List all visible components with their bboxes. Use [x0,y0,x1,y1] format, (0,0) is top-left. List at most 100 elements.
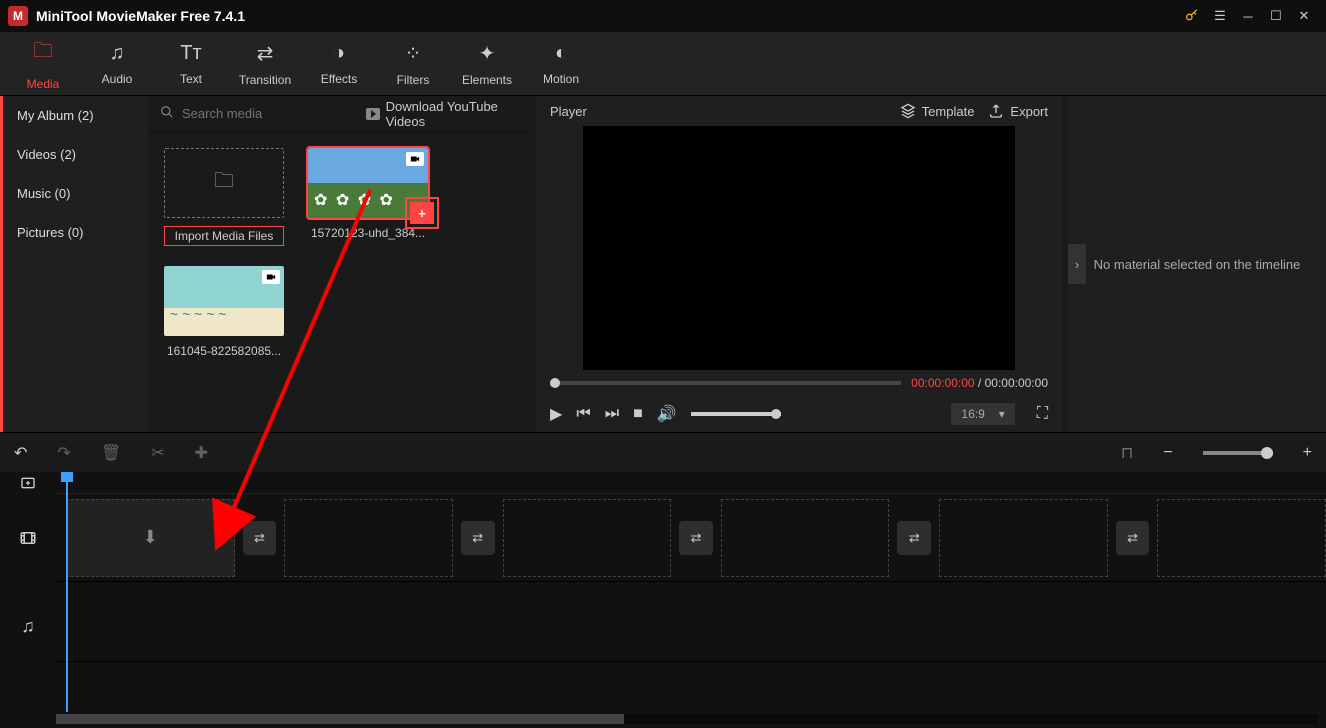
zoom-slider[interactable] [1203,451,1273,455]
volume-slider[interactable] [691,412,781,416]
chevron-down-icon: ▾ [999,407,1005,421]
sidebar-item-videos[interactable]: Videos (2) [3,135,148,174]
sidebar-item-music[interactable]: Music (0) [3,174,148,213]
transition-placeholder[interactable]: ⇄ [897,521,931,555]
add-to-timeline-button[interactable]: + [410,202,434,224]
tab-filters[interactable]: ⁘Filters [380,41,446,87]
playhead[interactable] [66,472,68,712]
timeline-slot[interactable] [503,499,672,577]
app-title: MiniTool MovieMaker Free 7.4.1 [36,8,1178,24]
timeline-ruler[interactable] [56,472,1326,494]
main-area: My Album (2) Videos (2) Music (0) Pictur… [0,96,1326,432]
add-track-button[interactable] [0,472,56,494]
tab-elements[interactable]: ✦Elements [454,41,520,87]
clip-thumbnail[interactable]: + [308,148,428,218]
import-card[interactable]: 🗀 Import Media Files [164,148,284,246]
clip-thumbnail[interactable] [164,266,284,336]
scrollbar-thumb[interactable] [56,714,624,724]
crop-button[interactable]: ✚ [195,443,208,463]
player-panel: Player Template Export 00:00:00:00 / 00:… [536,96,1062,432]
menu-icon[interactable]: ☰ [1206,8,1234,24]
media-browser: Download YouTube Videos 🗀 Import Media F… [148,96,530,432]
fullscreen-button[interactable]: ⛶ [1037,405,1048,423]
titlebar: M MiniTool MovieMaker Free 7.4.1 ☰ ─ ☐ ✕ [0,0,1326,32]
split-button[interactable]: ✂ [151,443,164,463]
properties-panel: › No material selected on the timeline [1068,96,1326,432]
progress-bar[interactable] [550,381,901,385]
motion-icon: ◐ [528,42,594,65]
track-headers: ♫ [0,472,56,728]
transition-placeholder[interactable]: ⇄ [1116,521,1150,555]
player-controls: ▶ ⏮ ⏭ ■ 🔊 16:9 ▾ ⛶ [536,395,1062,432]
drop-here-icon: ⬇ [143,527,158,548]
no-selection-message: No material selected on the timeline [1094,257,1301,272]
minimize-button[interactable]: ─ [1234,9,1262,24]
video-track-icon[interactable] [0,494,56,582]
volume-icon[interactable]: 🔊 [657,404,677,424]
tab-audio[interactable]: ♫Audio [84,42,150,86]
app-logo-icon: M [8,6,28,26]
player-label: Player [550,104,886,119]
media-sidebar: My Album (2) Videos (2) Music (0) Pictur… [0,96,148,432]
tab-text[interactable]: TᴛText [158,42,224,86]
clip-caption: 161045-822582085... [164,344,284,358]
next-frame-button[interactable]: ⏭ [605,405,619,423]
tab-bar: 🗀Media ♫Audio TᴛText ⇄Transition ◑Effect… [0,32,1326,96]
timeline-toolbar: ↶ ↷ 🗑 ✂ ✚ ⊓ − + [0,432,1326,472]
media-clip-1[interactable]: + 15720123-uhd_384... [308,148,428,246]
elements-icon: ✦ [454,41,520,66]
template-button[interactable]: Template [900,103,975,119]
timeline: ♫ ⬇ ⇄ ⇄ ⇄ ⇄ ⇄ [0,472,1326,728]
tab-motion[interactable]: ◐Motion [528,42,594,86]
video-screen[interactable] [583,126,1015,370]
play-button[interactable]: ▶ [550,404,562,424]
audio-track[interactable] [56,582,1326,662]
close-button[interactable]: ✕ [1290,8,1318,24]
media-browser-toolbar: Download YouTube Videos [148,96,530,132]
export-button[interactable]: Export [988,103,1048,119]
timeline-slot[interactable] [721,499,890,577]
transition-icon: ⇄ [232,41,298,66]
youtube-icon [366,108,380,120]
video-badge-icon [406,152,424,166]
zoom-out-button[interactable]: − [1163,444,1172,462]
sidebar-item-my-album[interactable]: My Album (2) [3,96,148,135]
filters-icon: ⁘ [380,41,446,66]
tab-effects[interactable]: ◑Effects [306,42,372,86]
timeline-slot[interactable] [939,499,1108,577]
player-header: Player Template Export [536,96,1062,126]
search-input[interactable] [182,106,358,121]
redo-button[interactable]: ↷ [57,443,70,463]
timeline-body[interactable]: ⬇ ⇄ ⇄ ⇄ ⇄ ⇄ [56,472,1326,728]
timeline-slot[interactable]: ⬇ [66,499,235,577]
transition-placeholder[interactable]: ⇄ [243,521,277,555]
magnet-icon[interactable]: ⊓ [1121,443,1133,463]
import-dropzone[interactable]: 🗀 [164,148,284,218]
tab-transition[interactable]: ⇄Transition [232,41,298,87]
transition-placeholder[interactable]: ⇄ [679,521,713,555]
aspect-ratio-select[interactable]: 16:9 ▾ [951,403,1014,425]
video-track[interactable]: ⬇ ⇄ ⇄ ⇄ ⇄ ⇄ [56,494,1326,582]
maximize-button[interactable]: ☐ [1262,8,1290,24]
download-youtube-link[interactable]: Download YouTube Videos [366,99,518,129]
premium-key-icon[interactable] [1178,7,1206,26]
delete-button[interactable]: 🗑 [101,443,121,463]
undo-button[interactable]: ↶ [14,443,27,463]
folder-icon: 🗀 [10,36,76,70]
audio-track-icon[interactable]: ♫ [0,582,56,670]
timecode: 00:00:00:00 / 00:00:00:00 [911,376,1048,390]
timeline-slot[interactable] [284,499,453,577]
prev-frame-button[interactable]: ⏮ [576,405,590,423]
timeline-scrollbar[interactable] [56,714,1318,724]
zoom-in-button[interactable]: + [1303,444,1312,462]
media-clip-2[interactable]: 161045-822582085... [164,266,284,358]
stop-button[interactable]: ■ [633,405,643,423]
transition-placeholder[interactable]: ⇄ [461,521,495,555]
progress-row: 00:00:00:00 / 00:00:00:00 [536,370,1062,395]
tab-media[interactable]: 🗀Media [10,36,76,91]
sidebar-item-pictures[interactable]: Pictures (0) [3,213,148,252]
clip-caption: 15720123-uhd_384... [308,226,428,240]
timeline-slot[interactable] [1157,499,1326,577]
panel-collapse-handle[interactable]: › [1068,244,1086,284]
video-preview-area [536,126,1062,370]
